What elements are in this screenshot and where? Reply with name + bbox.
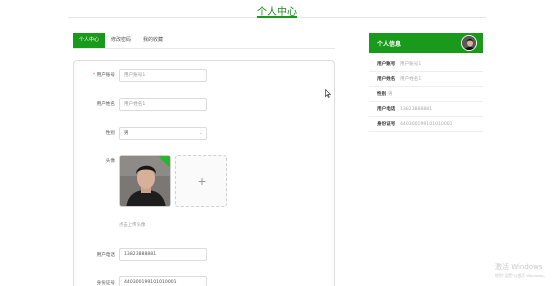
avatar-preview[interactable] <box>119 155 171 207</box>
header-title-underline <box>257 16 297 18</box>
info-row-account: 用户账号 用户账号1 <box>369 57 483 72</box>
chevron-down-icon: ⌄ <box>198 130 203 136</box>
profile-tabs: 个人中心 修改密码 我的收藏 <box>73 33 169 48</box>
tab-personal-center[interactable]: 个人中心 <box>73 33 106 48</box>
info-row-phone: 用户电话 13823888881 <box>369 102 483 117</box>
phone-label: 用户电话 <box>96 253 115 258</box>
info-avatar <box>461 35 477 51</box>
id-card-input[interactable]: 440300199101010001 <box>119 276 207 286</box>
required-mark: * <box>92 73 96 78</box>
avatar-photo <box>120 156 170 206</box>
personal-info-card: 个人信息 用户账号 用户账号1 用户姓名 用户姓名1 性别 男 用户电话 138… <box>369 33 483 133</box>
info-row-id-card: 身份证号 440300199101010001 <box>369 117 483 132</box>
avatar-label: 头像 <box>105 159 115 164</box>
gender-label: 性别 <box>105 131 115 136</box>
account-label: * 用户账号 <box>92 73 115 78</box>
cursor-icon <box>325 89 331 98</box>
tab-change-password[interactable]: 修改密码 <box>105 33 137 48</box>
info-card-title: 个人信息 <box>377 41 402 48</box>
windows-activation-watermark: 激活 Windows 转到"设置"以激活 Windows。 <box>495 263 548 278</box>
info-card-header: 个人信息 <box>369 33 483 53</box>
account-input[interactable]: 用户账号1 <box>119 69 207 82</box>
tabs-divider <box>73 48 335 49</box>
tab-my-favorites[interactable]: 我的收藏 <box>137 33 169 48</box>
info-row-name: 用户姓名 用户姓名1 <box>369 72 483 87</box>
gender-select[interactable]: 男 ⌄ <box>119 127 207 140</box>
name-input[interactable]: 用户姓名1 <box>119 98 207 111</box>
id-card-label: 身份证号 <box>96 281 115 286</box>
name-label: 用户姓名 <box>96 102 115 107</box>
avatar-upload-hint: 点击上传头像 <box>119 223 146 228</box>
info-row-gender: 性别 男 <box>369 87 483 102</box>
avatar-upload-button[interactable]: + <box>175 155 227 207</box>
plus-icon: + <box>197 173 207 189</box>
page-header: 个人中心 <box>0 0 554 20</box>
phone-input[interactable]: 13823888881 <box>119 248 207 261</box>
